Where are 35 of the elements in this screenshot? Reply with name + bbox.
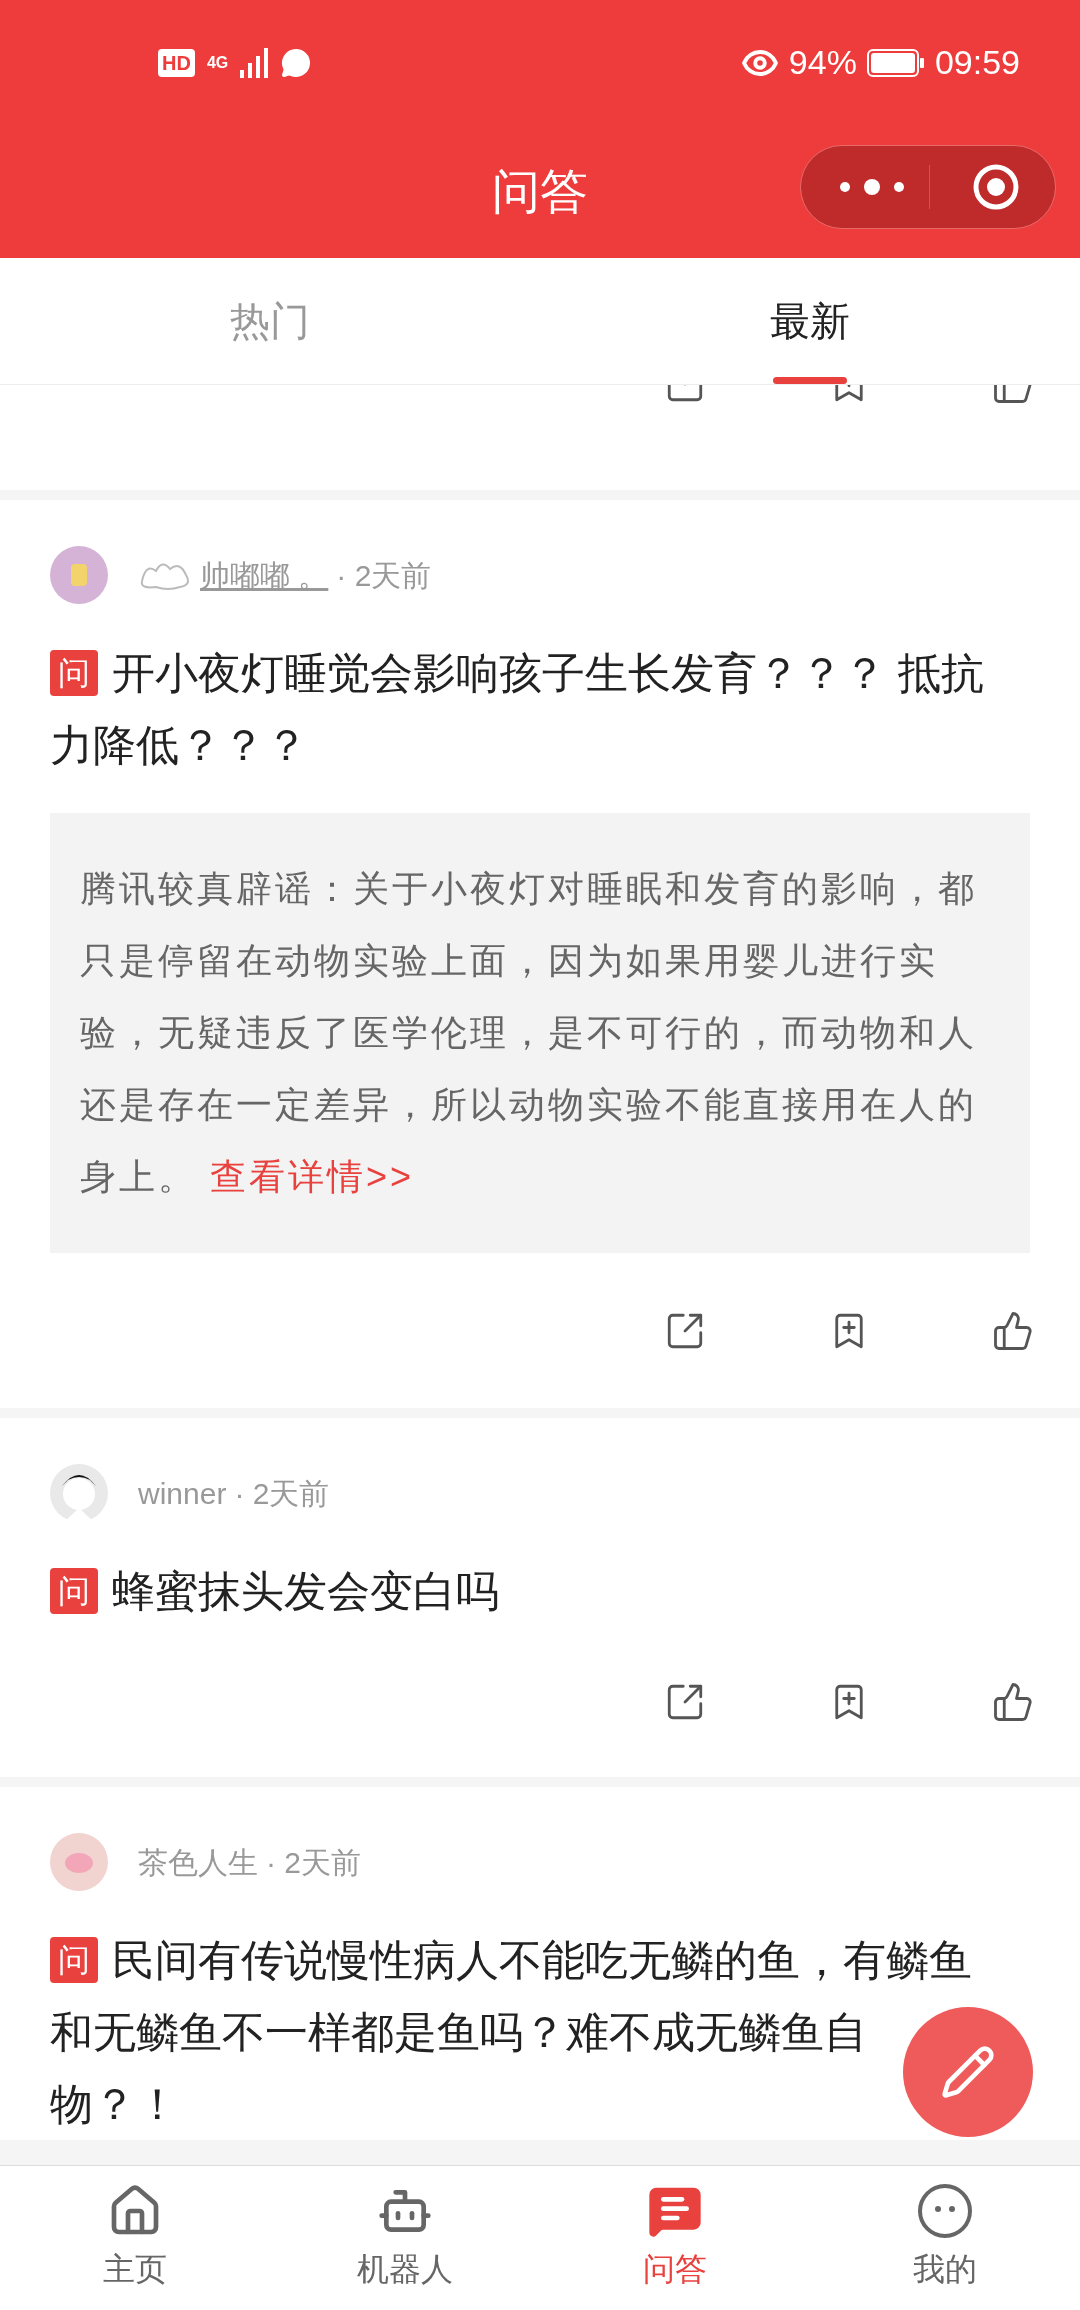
nav-item[interactable]: 问答 — [540, 2166, 810, 2310]
post-time: · 2天前 — [266, 1844, 361, 1881]
battery-icon — [866, 48, 925, 77]
page-title: 问答 — [492, 163, 588, 220]
avatar — [50, 1464, 108, 1522]
question-title[interactable]: 问 蜂蜜抹头发会变白吗 — [50, 1555, 1010, 1627]
question-badge: 问 — [50, 650, 98, 696]
network-label: 4G — [206, 52, 229, 73]
clock: 09:59 — [934, 42, 1020, 83]
more-icon[interactable] — [837, 177, 907, 197]
thumbs-up-icon[interactable] — [992, 1309, 1034, 1352]
question-title-line[interactable]: 民间有传说慢性病人不能吃无鳞的鱼，有鳞鱼 — [112, 1924, 972, 1996]
avatar — [50, 546, 108, 604]
message-icon — [280, 46, 313, 79]
question-badge: 问 — [50, 1937, 98, 1983]
nav-item[interactable]: 我的 — [810, 2166, 1080, 2310]
tab[interactable]: 最新 — [540, 258, 1080, 384]
pencil-icon — [940, 2044, 996, 2100]
thumbs-up-icon[interactable] — [992, 1681, 1034, 1723]
post-time: · 2天前 — [234, 1475, 330, 1512]
battery-percent: 94% — [788, 42, 857, 83]
question-title-line[interactable]: 和无鳞鱼不一样都是鱼吗？难不成无鳞鱼自 — [50, 1996, 867, 2068]
details-link[interactable]: 查看详情>> — [210, 1156, 415, 1197]
close-icon[interactable] — [972, 163, 1020, 211]
post-time: · 2天前 — [336, 557, 432, 594]
nav-item[interactable]: 机器人 — [270, 2166, 540, 2310]
question-title[interactable]: 问 开小夜灯睡觉会影响孩子生长发育？？？ 抵抗力降低？？？ — [50, 637, 1010, 781]
quote-text: 腾讯较真辟谣：关于小夜灯对睡眠和发育的影响，都只是停留在动物实验上面，因为如果用婴儿进行实验，无疑违反了医学伦理，是不可行的，而动物和人还是存在一定差异，所以动物实验不能直接用在人的身上。 查看详情>> — [80, 867, 978, 1199]
hd-badge: HD — [158, 48, 195, 77]
nav-item[interactable]: 主页 — [0, 2166, 270, 2310]
smiley-icon — [917, 2183, 973, 2239]
question-title-line[interactable]: 物？！ — [50, 2068, 179, 2140]
signal-icon — [240, 47, 269, 78]
avatar — [50, 1833, 108, 1891]
question-badge: 问 — [50, 1568, 98, 1614]
